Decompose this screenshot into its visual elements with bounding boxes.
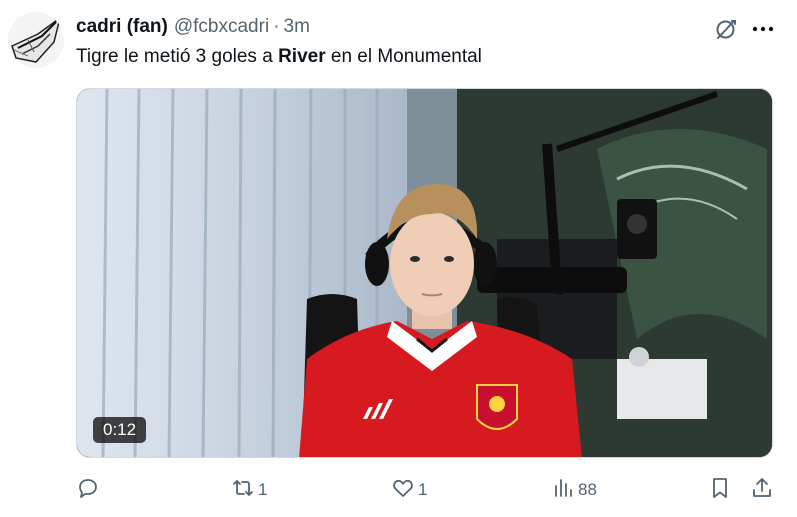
video-duration: 0:12 — [93, 417, 147, 443]
reply-button[interactable] — [76, 474, 103, 506]
retweet-button[interactable]: 1 — [231, 474, 267, 506]
tweet-text-part: en el Monumental — [325, 46, 482, 67]
separator-dot: · — [273, 16, 280, 37]
tweet-text: Tigre le metió 3 goles a River en el Mon… — [76, 45, 482, 69]
like-icon — [391, 476, 415, 505]
bookmark-icon — [708, 476, 732, 505]
display-name[interactable]: cadri (fan) — [76, 16, 168, 38]
tweet-header: cadri (fan) @fcbxcadri · 3m — [76, 15, 310, 39]
reply-icon — [76, 476, 100, 505]
views-count: 88 — [578, 480, 597, 499]
tweet-text-bold: River — [278, 46, 326, 67]
share-button[interactable] — [750, 474, 774, 506]
views-button[interactable]: 88 — [551, 474, 597, 506]
grok-icon[interactable] — [712, 15, 740, 43]
retweet-icon — [231, 476, 255, 505]
like-count: 1 — [418, 480, 428, 499]
more-icon[interactable] — [748, 15, 778, 43]
like-button[interactable]: 1 — [391, 474, 427, 506]
video-frame — [77, 89, 772, 457]
avatar[interactable] — [8, 12, 64, 68]
share-icon — [750, 476, 774, 505]
video-player[interactable]: 0:12 — [76, 88, 773, 458]
views-icon — [551, 476, 575, 505]
user-handle[interactable]: @fcbxcadri — [174, 16, 269, 38]
avatar-image — [8, 12, 64, 68]
bookmark-button[interactable] — [708, 474, 732, 506]
timestamp[interactable]: 3m — [284, 16, 310, 38]
tweet-actions: 1 1 88 — [76, 474, 776, 506]
tweet-text-part: Tigre le metió 3 goles a — [76, 46, 279, 67]
retweet-count: 1 — [258, 480, 268, 499]
